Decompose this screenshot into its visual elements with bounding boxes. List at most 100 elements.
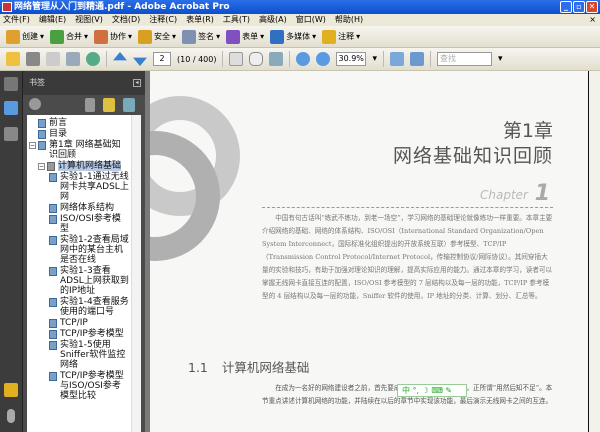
menu-item[interactable]: 文档(D) (112, 14, 140, 26)
button-label: 协作 (110, 32, 127, 41)
bookmark-item[interactable]: ISO/OSI参考模型 (29, 214, 129, 234)
dropdown-arrow-icon: ▾ (216, 32, 221, 41)
dropdown-arrow-icon: ▾ (172, 32, 177, 41)
menu-item[interactable]: 表单(R) (186, 14, 214, 26)
find-input[interactable]: 查找 (437, 52, 493, 66)
separator (383, 51, 385, 67)
print-icon[interactable] (26, 52, 40, 66)
separator (106, 51, 107, 67)
zoom-in-icon[interactable] (316, 52, 331, 66)
bookmark-item[interactable]: − 计算机网络基础 (29, 161, 129, 171)
dropdown-arrow-icon: ▾ (40, 32, 45, 41)
zoom-dropdown-icon[interactable]: ▾ (372, 54, 377, 64)
new-bookmark-icon[interactable] (103, 98, 115, 112)
find-dropdown-icon[interactable]: ▾ (498, 54, 503, 64)
collapse-toggle-icon[interactable]: − (38, 163, 45, 170)
save-icon[interactable] (46, 52, 60, 66)
menu-item[interactable]: 注释(C) (149, 14, 177, 26)
fit-page-icon[interactable] (410, 52, 425, 66)
options-gear-icon[interactable] (29, 98, 41, 110)
bookmark-label: TCP/IP参考模型 (60, 329, 124, 339)
ime-toolbar[interactable]: 中 °, ☽ ⌨ ✎ (397, 384, 467, 397)
toolbar-button-8[interactable]: 注释 ▾ (322, 29, 360, 44)
maximize-button[interactable]: ▫ (573, 1, 585, 13)
document-scrollbar[interactable] (588, 71, 600, 432)
task-icon (270, 29, 285, 44)
menu-item[interactable]: 工具(T) (223, 14, 250, 26)
separator (289, 51, 291, 67)
menu-item[interactable]: 视图(V) (75, 14, 103, 26)
task-icon (226, 29, 241, 44)
menu-item[interactable]: 帮助(H) (335, 14, 363, 26)
bookmark-item[interactable]: 实验1-5使用Sniffer软件监控网络 (29, 340, 129, 370)
toolbar-button-2[interactable]: 合并 ▾ (50, 29, 89, 44)
bookmark-item[interactable]: 实验1-2查看局域网中的某台主机是否在线 (29, 235, 129, 265)
bookmark-item[interactable]: 目录 (29, 129, 129, 139)
open-folder-icon[interactable] (6, 52, 20, 66)
menu-item[interactable]: 窗口(W) (296, 14, 326, 26)
task-icon (322, 29, 337, 44)
email-icon[interactable] (66, 52, 80, 66)
menu-item[interactable]: 高级(A) (259, 14, 287, 26)
collapse-toggle-icon[interactable]: − (29, 142, 36, 149)
section-number: 1.1 (188, 360, 208, 375)
bookmark-label: 目录 (49, 129, 68, 139)
next-page-icon[interactable] (133, 57, 147, 66)
bookmark-tree: 前言 目录 − 第1章 网络基础知识回顾 − 计算机网络基础 实验1-1通过无线网卡共享AD… (27, 115, 141, 432)
bookmark-item[interactable]: 网络体系结构 (29, 203, 129, 213)
bookmark-item[interactable]: − 第1章 网络基础知识回顾 (29, 140, 129, 160)
zoom-out-icon[interactable] (296, 52, 311, 66)
toolbar-button-4[interactable]: 安全 ▾ (138, 29, 177, 44)
web-icon[interactable] (86, 52, 100, 66)
page-number-input[interactable]: 2 (153, 52, 171, 66)
bookmark-from-structure-icon[interactable] (123, 98, 135, 112)
chapter-title: 网络基础知识回顾 (392, 145, 553, 167)
minimize-button[interactable]: _ (560, 1, 572, 13)
task-icon (6, 29, 20, 44)
close-document-button[interactable]: × (589, 14, 596, 26)
zoom-level-input[interactable]: 30.9% (336, 52, 367, 66)
bookmark-icon (38, 130, 46, 139)
attachment-icon[interactable] (7, 409, 15, 423)
window-title: 网络管理从入门到精通.pdf - Adobe Acrobat Pro (14, 2, 230, 12)
bookmark-item[interactable]: 实验1-1通过无线网卡共享ADSL上网 (29, 172, 129, 202)
collapse-panel-button[interactable]: ◂ (133, 79, 141, 87)
separator (430, 51, 432, 67)
toolbar-button-5[interactable]: 签名 ▾ (182, 29, 221, 44)
pages-icon[interactable] (4, 77, 18, 91)
previous-page-icon[interactable] (113, 52, 127, 61)
toolbar-button-6[interactable]: 表单 ▾ (226, 29, 265, 44)
toolbar-button-1[interactable]: 创建 ▾ (6, 29, 45, 44)
menu-item[interactable]: 编辑(E) (39, 14, 66, 26)
fit-width-icon[interactable] (390, 52, 405, 66)
comments-icon[interactable] (4, 383, 18, 397)
button-label: 安全 (154, 32, 171, 41)
signatures-icon[interactable] (4, 127, 18, 141)
bookmark-item[interactable]: 实验1-4查看服务使用的端口号 (29, 297, 129, 317)
bookmark-label: ISO/OSI参考模型 (60, 214, 121, 234)
close-button[interactable]: ✕ (586, 1, 598, 13)
bookmark-item[interactable]: TCP/IP参考模型 (29, 329, 129, 339)
dropdown-arrow-icon: ▾ (260, 32, 265, 41)
bookmark-label: 第1章 网络基础知识回顾 (49, 140, 121, 160)
bookmark-item[interactable]: TCP/IP (29, 318, 129, 328)
select-text-icon[interactable] (229, 52, 244, 66)
bookmark-item[interactable]: 实验1-3查看ADSL上网获取到的IP地址 (29, 266, 129, 296)
hand-tool-icon[interactable] (249, 52, 264, 66)
panel-title: 书签 (29, 78, 45, 87)
bookmarks-icon[interactable] (4, 101, 18, 115)
bookmark-label: 网络体系结构 (60, 203, 115, 213)
bookmark-icon (49, 372, 57, 381)
toolbar-button-3[interactable]: 协作 ▾ (94, 29, 132, 44)
bookmark-scrollbar[interactable] (131, 115, 141, 432)
menu-item[interactable]: 文件(F) (3, 14, 30, 26)
button-label: 多媒体 (286, 32, 311, 41)
dropdown-arrow-icon: ▾ (84, 32, 89, 41)
toolbar-button-7[interactable]: 多媒体 ▾ (270, 29, 316, 44)
bookmark-item[interactable]: 前言 (29, 118, 129, 128)
zoom-tool-icon[interactable] (269, 52, 284, 66)
section-heading: 1.1 计算机网络基础 (188, 357, 309, 376)
delete-bookmark-icon[interactable] (85, 98, 95, 112)
button-label: 注释 (338, 32, 355, 41)
bookmark-item[interactable]: TCP/IP参考模型与ISO/OSI参考模型比较 (29, 371, 129, 401)
